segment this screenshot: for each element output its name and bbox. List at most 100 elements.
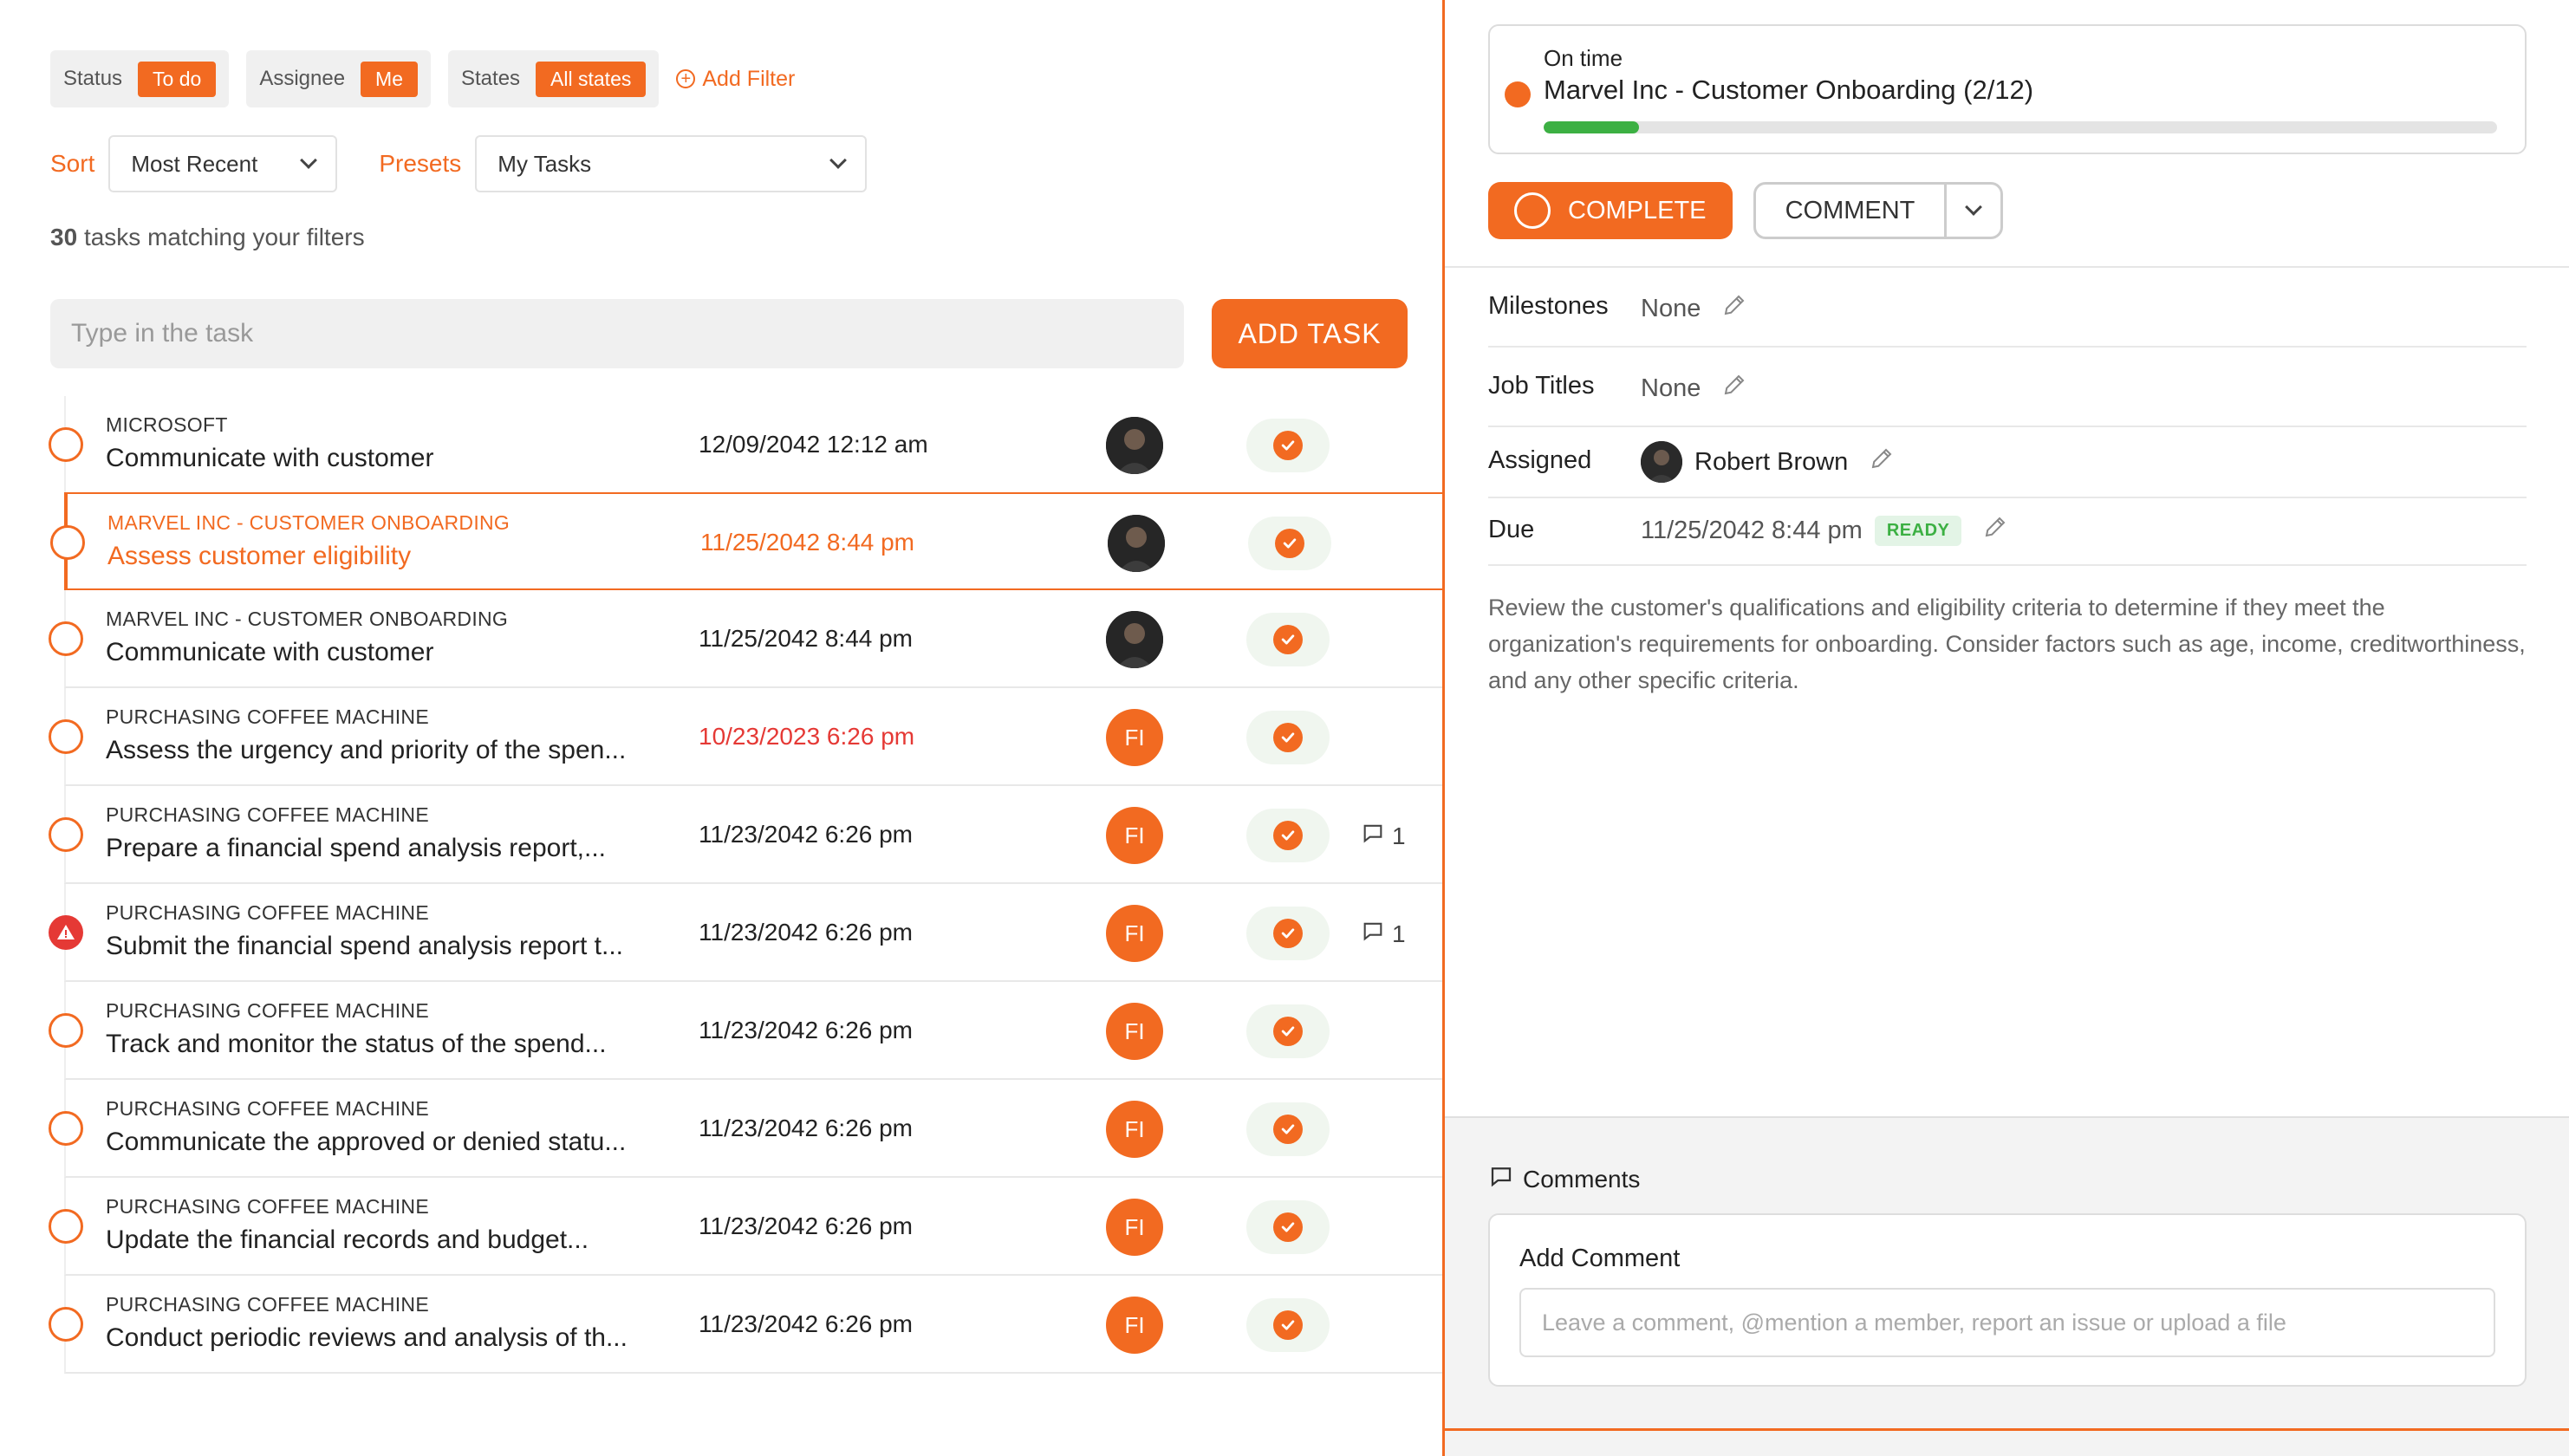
approve-button[interactable] — [1246, 809, 1330, 862]
task-input[interactable] — [50, 299, 1184, 368]
panel-bottom-border — [1445, 1428, 2569, 1431]
filter-assignee-value: Me — [361, 61, 418, 97]
check-icon — [1273, 431, 1303, 460]
task-row[interactable]: PURCHASING COFFEE MACHINE Prepare a finan… — [49, 786, 1444, 884]
task-list: MICROSOFT Communicate with customer 12/09/… — [49, 396, 1444, 1374]
filter-states[interactable]: States All states — [448, 50, 660, 107]
approve-button[interactable] — [1246, 1200, 1330, 1254]
task-status-toggle[interactable] — [49, 1013, 83, 1048]
avatar[interactable]: FI — [1106, 1003, 1163, 1060]
presets-select[interactable]: My Tasks — [475, 135, 868, 192]
task-row[interactable]: MICROSOFT Communicate with customer 12/09/… — [49, 396, 1444, 494]
task-due-date: 10/23/2023 6:26 pm — [699, 723, 915, 750]
pencil-icon[interactable] — [1721, 372, 1747, 405]
task-status-toggle[interactable] — [49, 1209, 83, 1244]
assigned-label: Assigned — [1488, 446, 1592, 474]
task-status-toggle[interactable] — [49, 719, 83, 754]
approve-button[interactable] — [1246, 907, 1330, 960]
task-project: MARVEL INC - CUSTOMER ONBOARDING — [107, 511, 511, 534]
complete-button[interactable]: COMPLETE — [1488, 182, 1733, 239]
check-icon — [1273, 1310, 1303, 1340]
task-description: Review the customer's qualifications and… — [1488, 595, 2526, 693]
comment-count[interactable]: 1 — [1361, 821, 1406, 851]
task-title: Communicate with customer — [106, 444, 434, 472]
progress-bar — [1544, 121, 2497, 133]
comment-input[interactable] — [1519, 1288, 2495, 1357]
filter-assignee-label: Assignee — [259, 67, 346, 90]
presets-label: Presets — [379, 150, 462, 177]
filter-status[interactable]: Status To do — [50, 50, 230, 107]
task-status-toggle[interactable] — [50, 525, 85, 560]
status-badge: READY — [1874, 515, 1962, 546]
task-row[interactable]: PURCHASING COFFEE MACHINE Assess the urge… — [49, 688, 1444, 786]
approve-button[interactable] — [1246, 1102, 1330, 1156]
task-count-text: tasks matching your filters — [83, 224, 365, 250]
avatar[interactable]: FI — [1106, 905, 1163, 962]
status-dot — [1505, 81, 1531, 107]
comment-count-number: 1 — [1392, 920, 1406, 947]
progress-status: On time — [1544, 45, 1623, 71]
pencil-icon[interactable] — [1721, 292, 1747, 325]
task-status-toggle[interactable] — [49, 817, 83, 852]
task-project: MARVEL INC - CUSTOMER ONBOARDING — [106, 608, 509, 630]
avatar — [1641, 441, 1682, 483]
task-due-date: 11/23/2042 6:26 pm — [699, 1212, 914, 1239]
task-project: PURCHASING COFFEE MACHINE — [106, 1293, 429, 1316]
approve-button[interactable] — [1246, 419, 1330, 472]
avatar[interactable]: FI — [1106, 807, 1163, 864]
comment-button-group: COMMENT — [1753, 182, 2003, 239]
add-task-button[interactable]: ADD TASK — [1212, 299, 1408, 368]
avatar[interactable]: FI — [1106, 1101, 1163, 1158]
task-row[interactable]: PURCHASING COFFEE MACHINE Submit the fina… — [49, 884, 1444, 982]
comment-icon — [1361, 919, 1385, 949]
meta-assigned: Assigned Robert Brown — [1488, 427, 2527, 498]
avatar[interactable] — [1106, 417, 1163, 474]
job-titles-label: Job Titles — [1488, 372, 1595, 400]
approve-button[interactable] — [1248, 517, 1331, 570]
approve-button[interactable] — [1246, 613, 1330, 666]
project-progress-card[interactable]: On time Marvel Inc - Customer Onboarding… — [1488, 24, 2527, 154]
task-title: Update the financial records and budget.… — [106, 1225, 589, 1254]
task-row[interactable]: PURCHASING COFFEE MACHINE Communicate the… — [49, 1080, 1444, 1178]
approve-button[interactable] — [1246, 1298, 1330, 1352]
approve-button[interactable] — [1246, 711, 1330, 764]
comment-dropdown-button[interactable] — [1947, 185, 2000, 237]
pencil-icon[interactable] — [1869, 445, 1895, 478]
task-status-toggle[interactable] — [49, 621, 83, 656]
filter-status-value: To do — [138, 61, 217, 97]
progress-bar-fill — [1544, 121, 1639, 133]
action-buttons: COMPLETE COMMENT — [1488, 182, 2003, 239]
task-due-date: 11/25/2042 8:44 pm — [700, 529, 915, 556]
avatar[interactable] — [1106, 611, 1163, 668]
task-status-toggle[interactable] — [49, 1111, 83, 1146]
task-row[interactable]: MARVEL INC - CUSTOMER ONBOARDING Communic… — [49, 590, 1444, 688]
task-title: Communicate the approved or denied statu… — [106, 1128, 627, 1156]
avatar[interactable]: FI — [1106, 1297, 1163, 1354]
pencil-icon[interactable] — [1982, 514, 2008, 547]
meta-milestones: Milestones None — [1488, 268, 2527, 348]
meta-job-titles: Job Titles None — [1488, 348, 2527, 427]
comment-count[interactable]: 1 — [1361, 919, 1406, 949]
chevron-down-icon — [1965, 198, 1982, 216]
task-status-toggle[interactable] — [49, 427, 83, 462]
approve-button[interactable] — [1246, 1004, 1330, 1058]
task-row[interactable]: PURCHASING COFFEE MACHINE Track and monit… — [49, 982, 1444, 1080]
task-row[interactable]: MARVEL INC - CUSTOMER ONBOARDING Assess c… — [50, 492, 1444, 590]
filter-assignee[interactable]: Assignee Me — [246, 50, 431, 107]
add-filter-button[interactable]: + Add Filter — [676, 67, 795, 92]
task-row[interactable]: PURCHASING COFFEE MACHINE Conduct periodi… — [49, 1276, 1444, 1374]
sort-select[interactable]: Most Recent — [108, 135, 338, 192]
comment-button[interactable]: COMMENT — [1756, 185, 1947, 237]
avatar[interactable]: FI — [1106, 1199, 1163, 1256]
task-status-toggle[interactable] — [49, 1307, 83, 1342]
avatar[interactable]: FI — [1106, 709, 1163, 766]
complete-label: COMPLETE — [1568, 196, 1707, 224]
comment-icon — [1488, 1163, 1514, 1195]
comments-heading: Comments — [1523, 1165, 1641, 1193]
avatar[interactable] — [1108, 515, 1165, 572]
meta-due: Due 11/25/2042 8:44 pm READY — [1488, 498, 2527, 566]
warning-icon[interactable] — [49, 915, 83, 950]
task-row[interactable]: PURCHASING COFFEE MACHINE Update the fina… — [49, 1178, 1444, 1276]
task-project: PURCHASING COFFEE MACHINE — [106, 901, 429, 924]
check-icon — [1273, 919, 1303, 948]
